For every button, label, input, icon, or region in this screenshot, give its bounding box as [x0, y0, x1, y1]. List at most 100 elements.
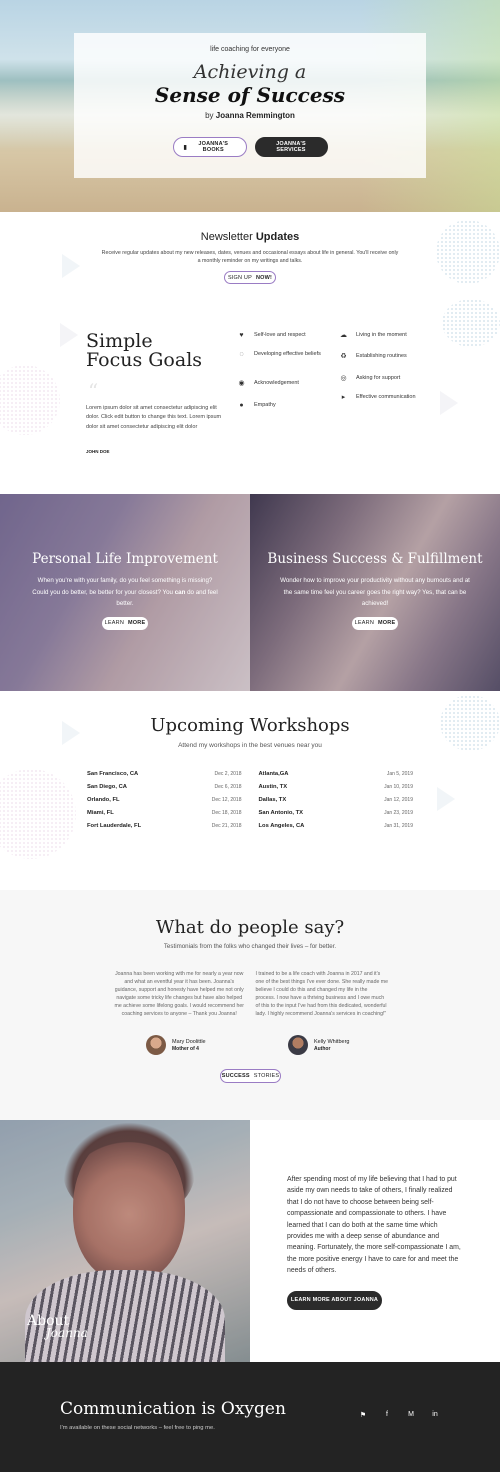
goal-item: ◉ Acknowledgement — [237, 379, 327, 388]
decor-triangle — [62, 721, 80, 745]
decor-triangle — [440, 391, 458, 415]
people-icon: ● — [239, 402, 244, 409]
hero-section: life coaching for everyone Achieving a S… — [0, 0, 500, 212]
hero-by-prefix: by — [205, 111, 214, 120]
goals-title-line2: Focus Goals — [86, 349, 203, 371]
quote-mark-icon: “ — [88, 379, 99, 403]
workshop-date: Jan 5, 2019 — [386, 770, 413, 777]
workshop-city: San Antonio, TX — [258, 810, 304, 817]
testimonial-text: Joanna has been working with me for near… — [114, 971, 244, 1018]
workshop-date: Dec 6, 2018 — [214, 783, 242, 790]
testimonial-author: Mary Doolittle Mother of 4 — [146, 1035, 206, 1055]
social-links: ⚑ f M in — [358, 1411, 440, 1419]
workshop-city: Fort Lauderdale, FL — [87, 823, 142, 830]
testimonial-author-info: Mary Doolittle Mother of 4 — [172, 1039, 206, 1052]
life-areas-section: Personal Life Improvement When you're wi… — [0, 494, 500, 691]
workshop-date: Dec 18, 2018 — [211, 810, 242, 817]
goals-title: Simple Focus Goals — [86, 332, 202, 370]
hero-byline: by Joanna Remmington — [74, 111, 426, 120]
signup-button[interactable]: SIGN UP NOW! — [224, 271, 276, 284]
footer-subtitle: I'm available on these social networks –… — [60, 1425, 215, 1431]
decor-dots — [440, 695, 500, 751]
services-button[interactable]: JOANNA'S SERVICES — [254, 137, 328, 157]
testimonial-author: Kelly Whitberg Author — [288, 1035, 349, 1055]
decor-triangle — [60, 323, 78, 347]
workshop-city: Los Angeles, CA — [258, 823, 305, 830]
focus-goals-section: Simple Focus Goals “ Lorem ipsum dolor s… — [0, 295, 500, 494]
personal-life-panel: Personal Life Improvement When you're wi… — [0, 494, 250, 691]
medium-icon[interactable]: M — [406, 1411, 416, 1419]
goal-label: Acknowledgement — [254, 380, 299, 386]
workshop-date: Jan 23, 2019 — [384, 810, 413, 817]
learn-label-bold: MORE — [378, 620, 396, 626]
testimonial-author-name: Mary Doolittle — [172, 1038, 206, 1045]
decor-dots — [0, 365, 60, 435]
books-button[interactable]: ▮ JOANNA'S BOOKS — [172, 137, 247, 157]
testimonial-author-role: Mother of 4 — [172, 1045, 199, 1052]
about-photo: About Joanna — [0, 1120, 250, 1362]
signup-label-bold: NOW! — [255, 274, 273, 281]
decor-triangle — [437, 787, 455, 811]
workshops-list: San Francisco, CA Dec 2, 2018 San Diego, … — [87, 767, 413, 833]
goal-label: Empathy — [254, 402, 276, 408]
workshops-section: Upcoming Workshops Attend my workshops i… — [0, 691, 500, 890]
megaphone-icon: ▸ — [341, 394, 346, 401]
learn-more-about-button[interactable]: LEARN MORE ABOUT JOANNA — [287, 1290, 382, 1310]
testimonials-section: What do people say? Testimonials from th… — [0, 890, 500, 1120]
workshops-column-right: Atlanta,GA Jan 5, 2019 Austin, TX Jan 10, … — [259, 767, 414, 833]
newsletter-text: Receive regular updates about my new rel… — [101, 250, 399, 264]
goal-label: Asking for support — [356, 375, 401, 381]
workshop-date: Dec 2, 2018 — [214, 770, 242, 777]
workshop-city: Orlando, FL — [87, 796, 120, 803]
workshop-row: San Antonio, TX Jan 23, 2019 — [259, 807, 414, 820]
eye-icon: ◉ — [238, 380, 245, 387]
hero-author: Joanna Remmington — [215, 111, 295, 120]
workshop-row: Orlando, FL Dec 12, 2018 — [87, 793, 242, 806]
goals-quote-author: JOHN DOE — [86, 449, 110, 454]
testimonial-author-name: Kelly Whitberg — [314, 1038, 350, 1045]
personal-learn-more-button[interactable]: LEARN MORE — [102, 616, 148, 630]
testimonials-subtitle: Testimonials from the folks who changed … — [163, 943, 337, 950]
goal-item: ☁ Living in the moment — [339, 331, 429, 340]
lightbulb-icon: ◌ — [239, 351, 244, 358]
goal-item: ◌ Developing effective beliefs — [237, 350, 327, 359]
linkedin-icon[interactable]: in — [430, 1411, 440, 1419]
workshop-city: Dallas, TX — [258, 796, 287, 803]
testimonials-list: Joanna has been working with me for near… — [113, 970, 388, 1019]
success-stories-button[interactable]: SUCCESS STORIES — [220, 1069, 281, 1083]
workshop-row: Austin, TX Jan 10, 2019 — [259, 780, 414, 793]
workshop-row: Fort Lauderdale, FL Dec 21, 2018 — [87, 820, 242, 833]
books-button-label: JOANNA'S BOOKS — [198, 141, 229, 153]
workshop-city: Atlanta,GA — [258, 770, 289, 777]
workshop-date: Jan 10, 2019 — [384, 783, 413, 790]
avatar — [146, 1035, 166, 1055]
cloud-icon: ☁ — [340, 332, 347, 339]
decor-dots — [442, 299, 500, 347]
learn-label-light: LEARN — [104, 620, 125, 626]
personal-text-bold: can — [174, 588, 186, 596]
personal-life-title: Personal Life Improvement — [32, 551, 218, 567]
workshop-date: Jan 31, 2019 — [384, 823, 413, 830]
workshop-row: Los Angeles, CA Jan 31, 2019 — [259, 820, 414, 833]
personal-text-before: When you're with your family, do you fee… — [32, 577, 213, 596]
goals-quote-text: Lorem ipsum dolor sit amet consectetur a… — [86, 405, 222, 430]
facebook-icon[interactable]: f — [382, 1411, 392, 1419]
newsletter-title-bold: Updates — [255, 231, 300, 243]
business-success-text: Wonder how to improve your productivity … — [280, 577, 470, 607]
learn-label-bold: MORE — [128, 620, 146, 626]
signup-label-light: SIGN UP — [227, 274, 252, 281]
footer: Communication is Oxygen I'm available on… — [0, 1362, 500, 1472]
goal-label: Living in the moment — [356, 332, 407, 338]
workshop-row: Miami, FL Dec 18, 2018 — [87, 807, 242, 820]
business-learn-more-button[interactable]: LEARN MORE — [352, 616, 398, 630]
avatar — [288, 1035, 308, 1055]
workshop-city: Austin, TX — [258, 783, 288, 790]
twitter-icon[interactable]: ⚑ — [358, 1411, 368, 1419]
business-success-title: Business Success & Fulfillment — [267, 551, 483, 567]
workshop-city: San Diego, CA — [87, 783, 127, 790]
decor-dots — [436, 220, 500, 284]
goal-item: ▸ Effective communication — [339, 393, 429, 402]
business-success-panel: Business Success & Fulfillment Wonder ho… — [250, 494, 500, 691]
goal-item: ● Empathy — [237, 401, 327, 410]
recycle-icon: ♻ — [340, 353, 347, 360]
